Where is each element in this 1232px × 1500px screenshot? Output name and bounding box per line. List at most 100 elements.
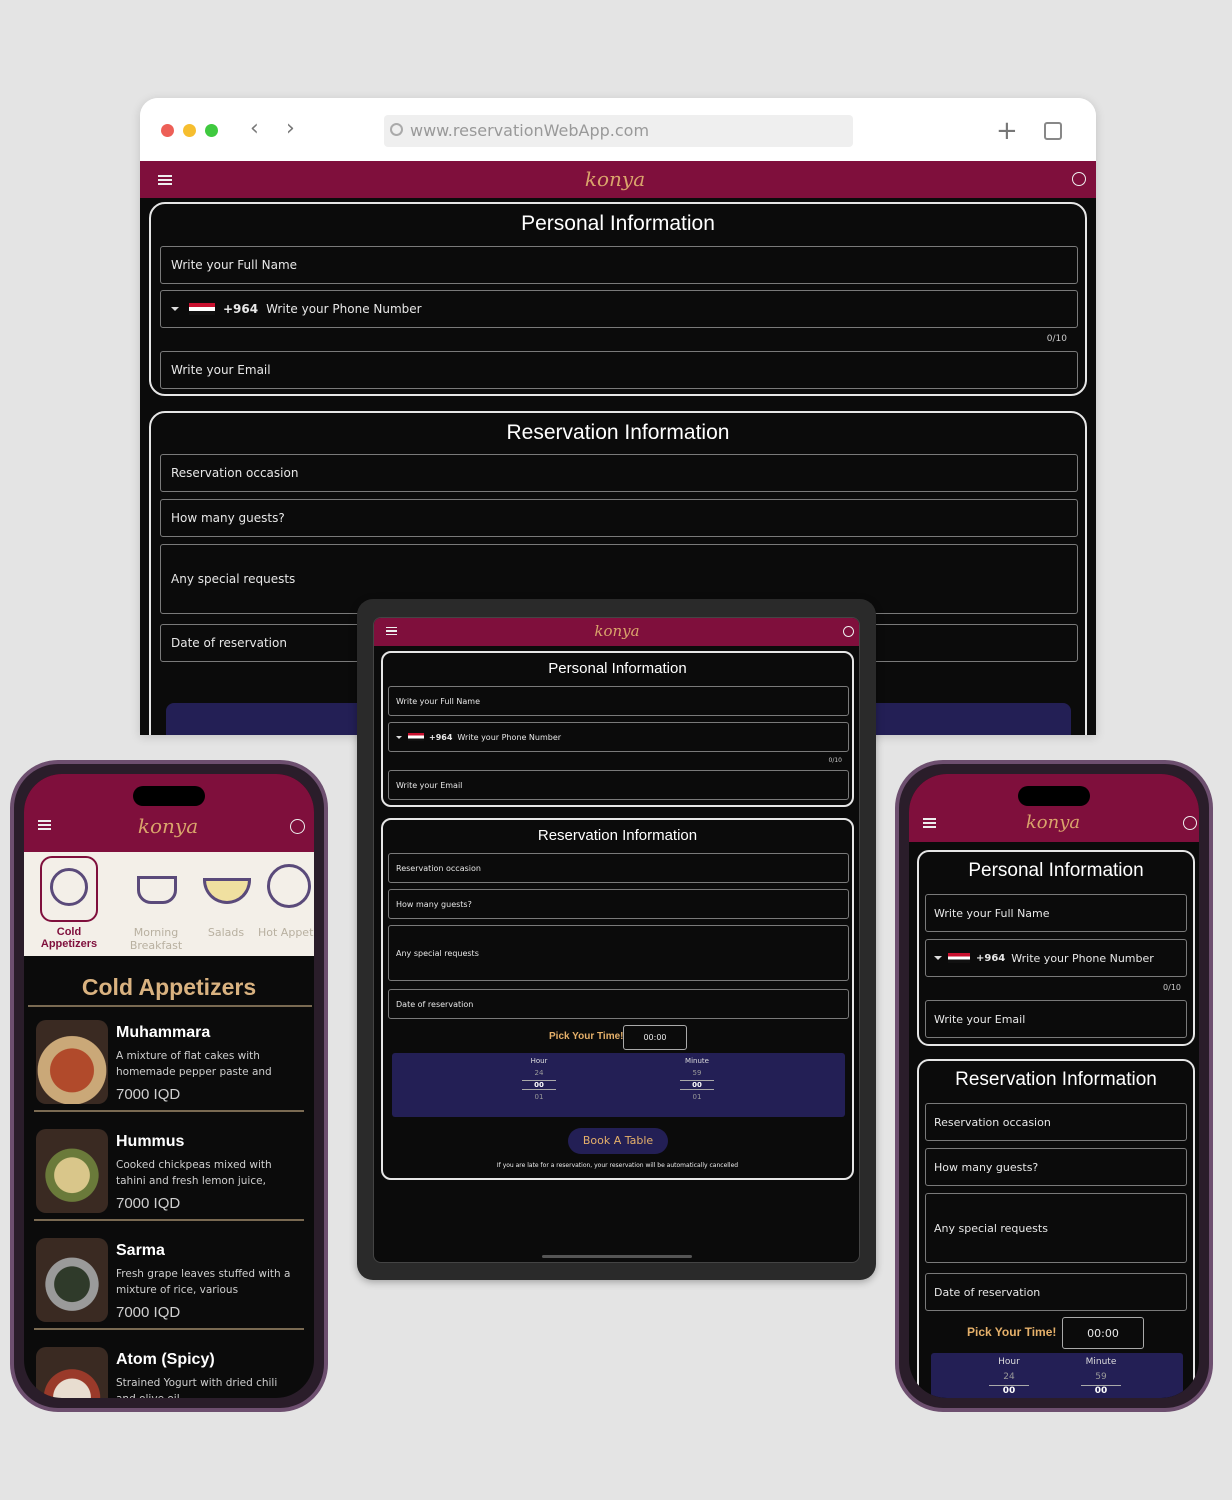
forward-icon[interactable]: › xyxy=(286,116,295,141)
category-salads[interactable]: Salads xyxy=(192,856,260,939)
phone-code: +964 xyxy=(223,302,259,316)
chevron-down-icon[interactable] xyxy=(171,307,179,311)
category-strip: Cold Appetizers Morning Breakfast Salads… xyxy=(24,852,314,956)
reservation-title: Reservation Information xyxy=(537,827,698,844)
requests-placeholder: Any special requests xyxy=(396,948,479,958)
personal-title: Personal Information xyxy=(521,212,715,235)
phone-placeholder: Write your Phone Number xyxy=(457,732,562,742)
full-name-input[interactable]: Write your Full Name xyxy=(160,246,1078,284)
email-input[interactable]: Write your Email xyxy=(388,770,849,800)
iraq-flag-icon xyxy=(189,303,215,315)
right-phone-screen: konya Personal Information Write your Fu… xyxy=(909,774,1199,1398)
reservation-card: Reservation Information Reservation occa… xyxy=(917,1059,1195,1398)
minimize-dot[interactable] xyxy=(183,124,196,137)
tabs-icon[interactable] xyxy=(1044,122,1062,140)
full-name-input[interactable]: Write your Full Name xyxy=(925,894,1187,932)
email-placeholder: Write your Email xyxy=(171,363,271,377)
item-divider xyxy=(34,1219,304,1221)
chevron-down-icon[interactable] xyxy=(396,735,402,739)
hour-prev: 24 xyxy=(1003,1372,1015,1382)
full-name-placeholder: Write your Full Name xyxy=(171,258,298,272)
menu-icon[interactable] xyxy=(158,175,172,185)
phone-input[interactable]: +964 Write your Phone Number xyxy=(925,939,1187,977)
maximize-dot[interactable] xyxy=(205,124,218,137)
item-price: 7000 IQD xyxy=(116,1195,181,1212)
book-table-button[interactable]: Book A Table xyxy=(568,1128,668,1154)
time-display[interactable]: 00:00 xyxy=(1062,1317,1144,1349)
sarma-image xyxy=(36,1238,108,1322)
item-price: 7000 IQD xyxy=(116,1304,181,1321)
salad-plate-icon xyxy=(40,856,98,922)
phone-placeholder: Write your Phone Number xyxy=(1011,951,1154,965)
globe-icon[interactable] xyxy=(1183,816,1197,830)
globe-icon[interactable] xyxy=(290,819,305,834)
close-dot[interactable] xyxy=(161,124,174,137)
occasion-input[interactable]: Reservation occasion xyxy=(925,1103,1187,1141)
phone-input[interactable]: +964 Write your Phone Number xyxy=(388,722,849,752)
category-label: Hot Appetiz xyxy=(258,926,314,939)
address-bar[interactable]: www.reservationWebApp.com xyxy=(384,115,853,147)
pick-time-label: Pick Your Time! xyxy=(549,1031,624,1042)
hour-next: 01 xyxy=(534,1093,544,1101)
time-display[interactable]: 00:00 xyxy=(623,1025,687,1050)
minute-current: 00 xyxy=(1081,1385,1121,1396)
left-phone: konya Cold Appetizers Morning Breakfast … xyxy=(10,760,328,1412)
globe-icon[interactable] xyxy=(843,626,854,637)
time-value: 00:00 xyxy=(1087,1326,1119,1340)
menu-icon[interactable] xyxy=(386,627,397,635)
menu-icon[interactable] xyxy=(38,820,51,830)
item-description: Cooked chickpeas mixed with tahini and f… xyxy=(116,1159,272,1187)
minute-wheel[interactable]: Minute 59 00 01 xyxy=(680,1057,714,1101)
email-placeholder: Write your Email xyxy=(934,1012,1026,1026)
date-input[interactable]: Date of reservation xyxy=(388,989,849,1019)
occasion-placeholder: Reservation occasion xyxy=(171,466,299,480)
hour-wheel[interactable]: Hour 24 00 01 xyxy=(522,1057,556,1101)
tablet-screen: konya Personal Information Write your Fu… xyxy=(373,617,860,1263)
new-tab-icon[interactable]: + xyxy=(996,116,1018,146)
minute-next: 01 xyxy=(692,1093,702,1101)
full-name-placeholder: Write your Full Name xyxy=(396,696,481,706)
email-input[interactable]: Write your Email xyxy=(160,351,1078,389)
chevron-down-icon[interactable] xyxy=(934,956,942,960)
browser-chrome: ‹ › www.reservationWebApp.com + xyxy=(140,98,1096,161)
occasion-input[interactable]: Reservation occasion xyxy=(388,853,849,883)
category-morning-breakfast[interactable]: Morning Breakfast xyxy=(112,856,200,952)
time-picker[interactable]: Hour 24 00 Minute 59 00 xyxy=(931,1353,1183,1398)
requests-input[interactable]: Any special requests xyxy=(925,1193,1187,1263)
hour-wheel[interactable]: Hour 24 00 xyxy=(989,1357,1029,1396)
full-name-input[interactable]: Write your Full Name xyxy=(388,686,849,716)
guests-placeholder: How many guests? xyxy=(934,1160,1039,1174)
globe-icon[interactable] xyxy=(1072,172,1086,186)
guests-input[interactable]: How many guests? xyxy=(388,889,849,919)
phone-input[interactable]: +964 Write your Phone Number xyxy=(160,290,1078,328)
back-icon[interactable]: ‹ xyxy=(250,116,259,141)
dynamic-island xyxy=(1018,786,1090,806)
occasion-input[interactable]: Reservation occasion xyxy=(160,454,1078,492)
phone-placeholder: Write your Phone Number xyxy=(266,302,422,316)
hour-prev: 24 xyxy=(534,1069,544,1077)
date-input[interactable]: Date of reservation xyxy=(925,1273,1187,1311)
requests-input[interactable]: Any special requests xyxy=(388,925,849,981)
menu-item[interactable]: Sarma Fresh grape leaves stuffed with a … xyxy=(24,1228,304,1330)
menu-item[interactable]: Hummus Cooked chickpeas mixed with tahin… xyxy=(24,1119,304,1221)
muhammara-image xyxy=(36,1020,108,1104)
phone-counter: 0/10 xyxy=(1046,334,1067,344)
personal-title: Personal Information xyxy=(548,660,687,677)
email-input[interactable]: Write your Email xyxy=(925,1000,1187,1038)
menu-item[interactable]: Muhammara A mixture of flat cakes with h… xyxy=(24,1010,304,1112)
guests-input[interactable]: How many guests? xyxy=(160,499,1078,537)
menu-icon[interactable] xyxy=(923,818,936,828)
app-bar: konya xyxy=(140,161,1096,198)
date-placeholder: Date of reservation xyxy=(934,1285,1041,1299)
time-picker[interactable]: Hour 24 00 01 Minute 59 00 01 xyxy=(392,1053,845,1117)
guests-input[interactable]: How many guests? xyxy=(925,1148,1187,1186)
left-phone-screen: konya Cold Appetizers Morning Breakfast … xyxy=(24,774,314,1398)
category-cold-appetizers[interactable]: Cold Appetizers xyxy=(30,856,108,950)
logo: konya xyxy=(137,814,199,838)
section-title: Cold Appetizers xyxy=(81,974,257,1000)
category-hot-appetizers[interactable]: Hot Appetiz xyxy=(258,856,314,939)
menu-item[interactable]: Atom (Spicy) Strained Yogurt with dried … xyxy=(24,1337,304,1398)
home-indicator xyxy=(542,1255,692,1258)
minute-wheel[interactable]: Minute 59 00 xyxy=(1081,1357,1121,1396)
item-description: Fresh grape leaves stuffed with a mixtur… xyxy=(116,1268,291,1296)
